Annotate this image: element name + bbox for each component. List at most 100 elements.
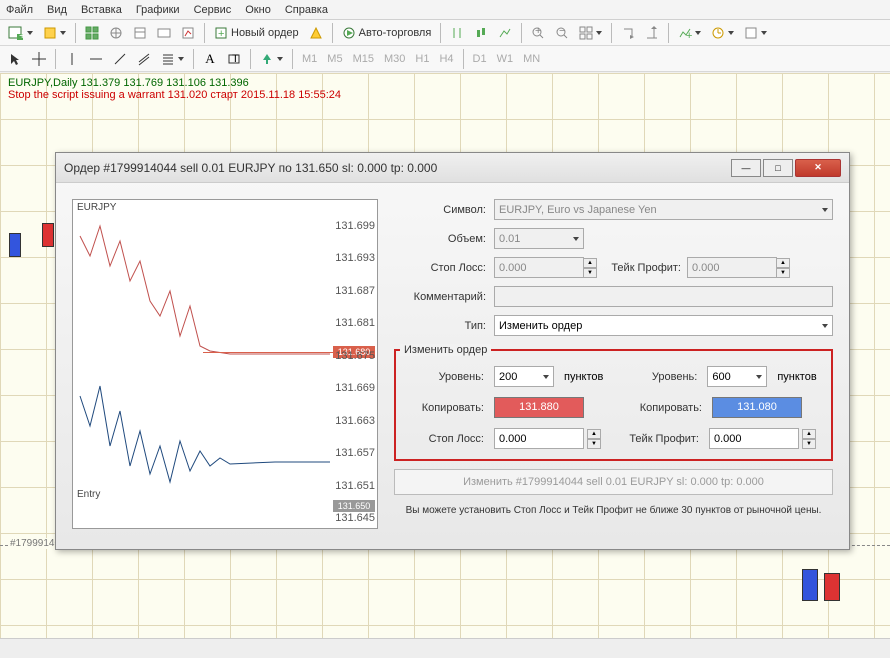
msl-spinner[interactable]: ▲▼	[587, 429, 601, 449]
order-form: Символ: EURJPY, Euro vs Japanese Yen Объ…	[394, 199, 833, 533]
level2-select[interactable]: 600	[707, 366, 767, 387]
zoom-out-icon[interactable]: −	[551, 23, 573, 43]
menu-view[interactable]: Вид	[47, 4, 67, 16]
sl-label: Стоп Лосс:	[394, 262, 494, 274]
new-order-button[interactable]: +Новый ордер	[210, 23, 303, 43]
svg-text:+: +	[535, 26, 541, 37]
modify-order-button[interactable]: Изменить #1799914044 sell 0.01 EURJPY sl…	[394, 469, 833, 495]
tp-label: Тейк Профит:	[597, 262, 687, 274]
svg-text:+: +	[686, 30, 692, 40]
main-toolbar: + +Новый ордер Авто-торговля + − +	[0, 20, 890, 46]
svg-text:T: T	[232, 53, 239, 65]
tf-m5[interactable]: M5	[323, 49, 346, 69]
minimize-button[interactable]: —	[731, 159, 761, 177]
note-text: Вы можете установить Стоп Лосс и Тейк Пр…	[394, 505, 833, 516]
barchart-icon[interactable]	[446, 23, 468, 43]
fibo-icon[interactable]	[157, 49, 188, 69]
level2-label: Уровень:	[613, 371, 703, 383]
tf-h1[interactable]: H1	[411, 49, 433, 69]
text-label-icon[interactable]: T	[223, 49, 245, 69]
indicators-icon[interactable]: +	[674, 23, 705, 43]
msl-input[interactable]: 0.000	[494, 428, 584, 449]
periods-icon[interactable]	[707, 23, 738, 43]
pts-label: пунктов	[777, 371, 816, 383]
chart-info: EURJPY,Daily 131.379 131.769 131.106 131…	[8, 77, 341, 101]
tf-w1[interactable]: W1	[493, 49, 518, 69]
svg-text:−: −	[559, 26, 565, 37]
tf-m1[interactable]: M1	[298, 49, 321, 69]
svg-text:+: +	[218, 28, 224, 40]
navigator-icon[interactable]	[105, 23, 127, 43]
terminal-icon[interactable]	[153, 23, 175, 43]
level1-select[interactable]: 200	[494, 366, 554, 387]
menu-charts[interactable]: Графики	[136, 4, 180, 16]
tf-m30[interactable]: M30	[380, 49, 409, 69]
data-window-icon[interactable]	[129, 23, 151, 43]
dialog-titlebar[interactable]: Ордер #1799914044 sell 0.01 EURJPY по 13…	[56, 153, 849, 183]
metaeditor-icon[interactable]	[305, 23, 327, 43]
profiles-icon[interactable]	[39, 23, 70, 43]
copy-sl-button[interactable]: 131.880	[494, 397, 584, 418]
sl-spinner[interactable]: ▲▼	[583, 258, 597, 278]
vertical-line-icon[interactable]	[61, 49, 83, 69]
chart-shift-icon[interactable]	[641, 23, 663, 43]
dialog-title: Ордер #1799914044 sell 0.01 EURJPY по 13…	[64, 161, 729, 175]
mtp-spinner[interactable]: ▲▼	[802, 429, 816, 449]
trendline-icon[interactable]	[109, 49, 131, 69]
tp-spinner[interactable]: ▲▼	[776, 258, 790, 278]
market-watch-icon[interactable]	[81, 23, 103, 43]
volume-select[interactable]: 0.01	[494, 228, 584, 249]
chart-candle	[42, 223, 54, 247]
order-dialog: Ордер #1799914044 sell 0.01 EURJPY по 13…	[55, 152, 850, 550]
mtp-input[interactable]: 0.000	[709, 428, 799, 449]
text-icon[interactable]: A	[199, 49, 221, 69]
crosshair-icon[interactable]	[28, 49, 50, 69]
symbol-select[interactable]: EURJPY, Euro vs Japanese Yen	[494, 199, 833, 220]
tf-h4[interactable]: H4	[435, 49, 457, 69]
chart-candle	[9, 233, 21, 257]
tf-mn[interactable]: MN	[519, 49, 544, 69]
autoscroll-icon[interactable]	[617, 23, 639, 43]
volume-label: Объем:	[394, 233, 494, 245]
msl-label: Стоп Лосс:	[400, 433, 490, 445]
new-chart-icon[interactable]: +	[4, 23, 37, 43]
copy-tp-button[interactable]: 131.080	[712, 397, 802, 418]
cursor-icon[interactable]	[4, 49, 26, 69]
linechart-icon[interactable]	[494, 23, 516, 43]
templates-icon[interactable]	[740, 23, 771, 43]
level1-label: Уровень:	[400, 371, 490, 383]
tf-m15[interactable]: M15	[349, 49, 378, 69]
comment-input[interactable]	[494, 286, 833, 307]
menu-help[interactable]: Справка	[285, 4, 328, 16]
menu-service[interactable]: Сервис	[194, 4, 232, 16]
sl-input[interactable]: 0.000	[494, 257, 584, 278]
tp-input[interactable]: 0.000	[687, 257, 777, 278]
chart-candles	[802, 569, 840, 601]
menu-insert[interactable]: Вставка	[81, 4, 122, 16]
menu-window[interactable]: Окно	[245, 4, 271, 16]
candles-icon[interactable]	[470, 23, 492, 43]
svg-text:+: +	[19, 30, 24, 40]
strategy-tester-icon[interactable]	[177, 23, 199, 43]
copy1-label: Копировать:	[400, 402, 490, 414]
autotrade-button[interactable]: Авто-торговля	[338, 23, 436, 43]
menu-file[interactable]: Файл	[6, 4, 33, 16]
copy2-label: Копировать:	[618, 402, 708, 414]
arrows-icon[interactable]	[256, 49, 287, 69]
menu-bar: Файл Вид Вставка Графики Сервис Окно Спр…	[0, 0, 890, 20]
close-button[interactable]: ✕	[795, 159, 841, 177]
modify-group: Изменить ордер Уровень: 200 пунктов Уров…	[394, 344, 833, 461]
maximize-button[interactable]: □	[763, 159, 793, 177]
channel-icon[interactable]	[133, 49, 155, 69]
mtp-label: Тейк Профит:	[615, 433, 705, 445]
symbol-label: Символ:	[394, 204, 494, 216]
price-axis: 131.699131.693 131.687131.681 131.675131…	[335, 220, 375, 524]
status-bar	[0, 638, 890, 658]
windows-tile-icon[interactable]	[575, 23, 606, 43]
pts-label: пунктов	[564, 371, 603, 383]
tf-d1[interactable]: D1	[469, 49, 491, 69]
horizontal-line-icon[interactable]	[85, 49, 107, 69]
zoom-in-icon[interactable]: +	[527, 23, 549, 43]
type-label: Тип:	[394, 320, 494, 332]
type-select[interactable]: Изменить ордер	[494, 315, 833, 336]
